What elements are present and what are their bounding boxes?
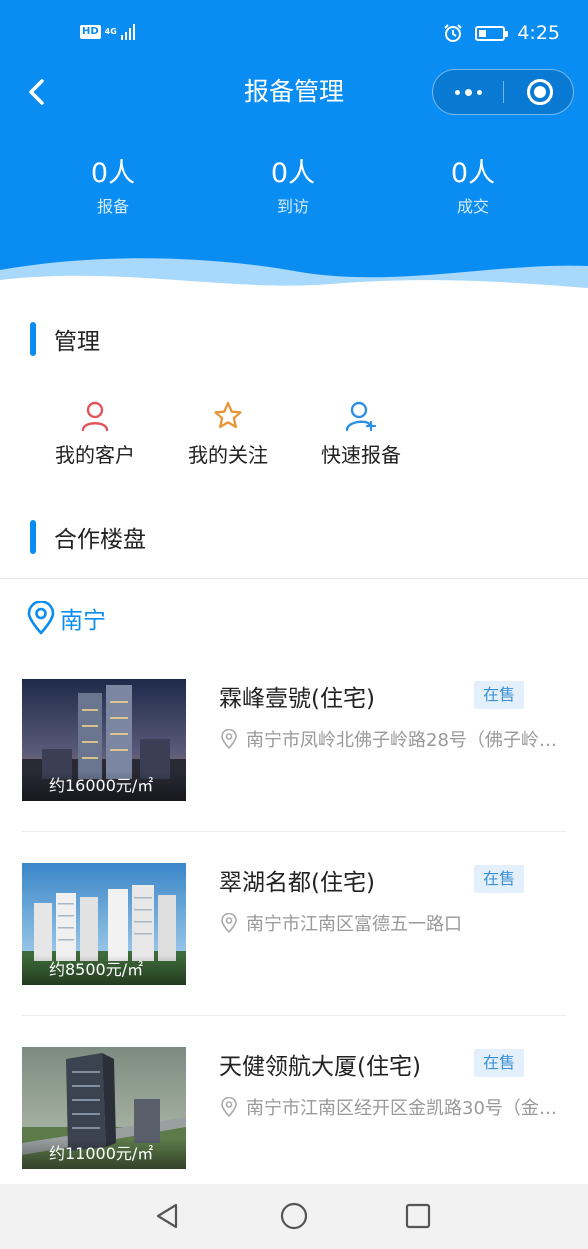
- listing-name: 霖峰壹號(住宅): [219, 686, 375, 712]
- section-title: 合作楼盘: [54, 527, 146, 553]
- menu-label: 我的客户: [55, 443, 135, 467]
- stat-deal: 0人 成交: [413, 156, 533, 222]
- my-customers-button[interactable]: 我的客户: [35, 400, 155, 480]
- listing-thumbnail: 约8500元/㎡: [22, 863, 186, 985]
- divider: [0, 578, 588, 579]
- listing-address: 南宁市江南区富德五一路口: [220, 909, 564, 937]
- stats-summary: 0人 报备 0人 到访 0人 成交: [0, 156, 588, 226]
- menu-label: 我的关注: [188, 443, 268, 467]
- user-add-icon: [345, 401, 377, 432]
- battery-level: [479, 29, 487, 37]
- location-pin-icon: [221, 1097, 237, 1117]
- divider: [22, 1015, 566, 1016]
- quick-report-button[interactable]: 快速报备: [301, 400, 421, 480]
- divider: [22, 831, 566, 832]
- listing-address: 南宁市凤岭北佛子岭路28号（佛子岭路与凤岭北路交汇处）: [220, 725, 564, 753]
- listing-thumbnail: 约11000元/㎡: [22, 1047, 186, 1169]
- listing-price: 约8500元/㎡: [22, 955, 186, 985]
- location-pin-icon: [221, 729, 237, 749]
- clock: 4:25: [517, 22, 560, 44]
- stat-label: 报备: [96, 197, 129, 216]
- listing-item[interactable]: 约8500元/㎡ 翠湖名都(住宅) 在售 南宁市江南区富德五一路口: [0, 863, 588, 988]
- status-badge: 在售: [474, 1049, 524, 1077]
- status-right: 4:25: [443, 22, 560, 44]
- listing-price: 约16000元/㎡: [22, 771, 186, 801]
- listing-name: 翠湖名都(住宅): [219, 870, 375, 896]
- stat-label: 成交: [456, 197, 489, 216]
- address-text: 南宁市江南区经开区金凯路30号（金凯路与那洪大道交汇处）: [246, 1098, 564, 1119]
- nav-home-circle-icon[interactable]: [278, 1200, 310, 1232]
- address-text: 南宁市凤岭北佛子岭路28号（佛子岭路与凤岭北路交汇处）: [246, 730, 564, 751]
- nav-back-triangle-icon[interactable]: [152, 1200, 184, 1232]
- listing-item[interactable]: 约11000元/㎡ 天健领航大厦(住宅) 在售 南宁市江南区经开区金凯路30号（…: [0, 1047, 588, 1172]
- stat-value: 0人: [90, 158, 136, 189]
- system-nav-bar: [0, 1184, 588, 1249]
- listing-price: 约11000元/㎡: [22, 1139, 186, 1169]
- status-badge: 在售: [474, 681, 524, 709]
- listing-address: 南宁市江南区经开区金凯路30号（金凯路与那洪大道交汇处）: [220, 1093, 564, 1121]
- status-badge: 在售: [474, 865, 524, 893]
- battery-icon: [475, 25, 509, 41]
- listing-name: 天健领航大厦(住宅): [219, 1054, 421, 1080]
- section-projects: 合作楼盘: [30, 520, 146, 554]
- address-text: 南宁市江南区富德五一路口: [246, 914, 462, 935]
- nav-recents-square-icon[interactable]: [402, 1200, 434, 1232]
- alarm-icon: [444, 24, 463, 42]
- miniprogram-capsule: [432, 69, 574, 115]
- hd-badge: HD: [80, 25, 101, 39]
- stat-value: 0人: [270, 158, 316, 189]
- menu-label: 快速报备: [321, 443, 401, 467]
- location-pin-icon: [221, 913, 237, 933]
- stat-value: 0人: [450, 158, 496, 189]
- close-circle-icon[interactable]: [527, 79, 553, 105]
- section-manage: 管理: [30, 322, 100, 356]
- location-pin-icon: [27, 601, 55, 635]
- status-network: HD 4G: [80, 24, 135, 40]
- city-name: 南宁: [60, 608, 106, 634]
- listing-item[interactable]: 约16000元/㎡ 霖峰壹號(住宅) 在售 南宁市凤岭北佛子岭路28号（佛子岭路…: [0, 679, 588, 804]
- network-type: 4G: [104, 27, 117, 36]
- city-selector[interactable]: 南宁: [26, 598, 106, 638]
- wave-decoration: [0, 258, 588, 300]
- signal-icon: [120, 24, 135, 40]
- star-icon: [214, 401, 242, 429]
- stat-visit: 0人 到访: [233, 156, 353, 222]
- more-button[interactable]: [433, 70, 503, 114]
- user-icon: [81, 401, 109, 432]
- listing-thumbnail: 约16000元/㎡: [22, 679, 186, 801]
- stat-label: 到访: [276, 197, 309, 216]
- my-follows-button[interactable]: 我的关注: [168, 400, 288, 480]
- section-title: 管理: [54, 329, 100, 355]
- header-banner: HD 4G 4:25 报备管理 0人 报备 0人 到访 0人 成交: [0, 0, 588, 300]
- stat-report: 0人 报备: [53, 156, 173, 222]
- status-bar: HD 4G 4:25: [0, 0, 588, 70]
